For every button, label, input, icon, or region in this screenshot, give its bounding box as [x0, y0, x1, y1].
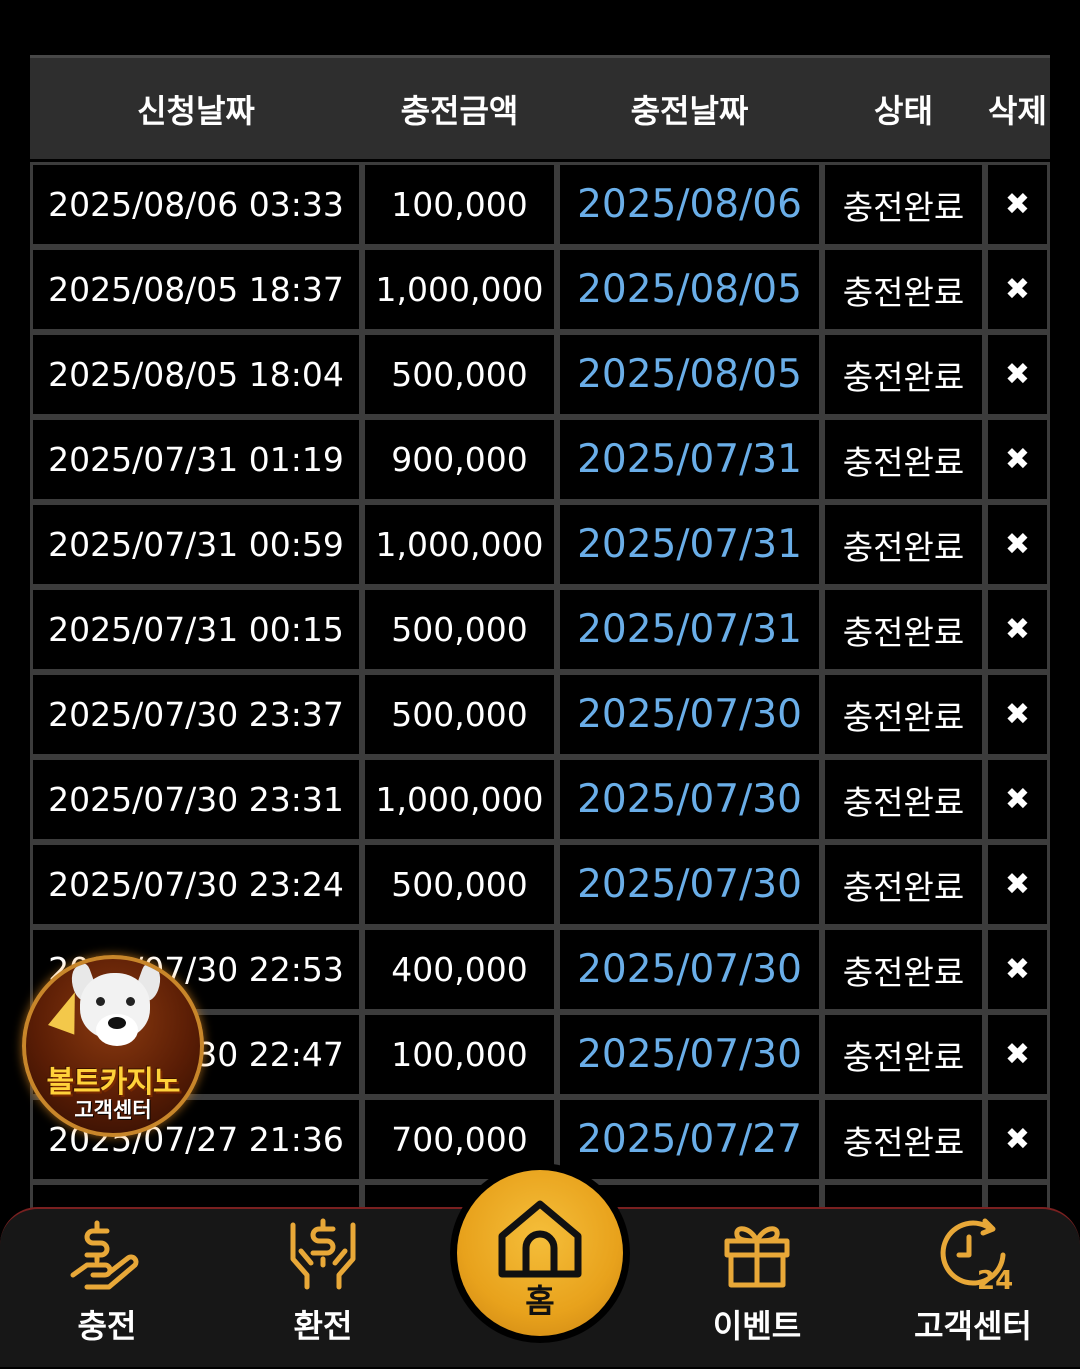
- charge-date-link[interactable]: 2025/08/05: [557, 332, 822, 417]
- delete-icon[interactable]: ✖: [985, 927, 1050, 1012]
- gift-icon: [724, 1226, 790, 1288]
- amount-cell: 100,000: [362, 162, 557, 247]
- nav-home-button[interactable]: 홈: [457, 1170, 623, 1336]
- delete-icon[interactable]: ✖: [985, 162, 1050, 247]
- charge-date-link[interactable]: 2025/07/30: [557, 1012, 822, 1097]
- table-row: 2025/07/31 00:15 500,000 2025/07/31 충전완료 ✖: [30, 587, 1050, 672]
- request-date-cell: 2025/08/05 18:04: [30, 332, 362, 417]
- charge-date-link[interactable]: 2025/07/30: [557, 757, 822, 842]
- table-row: 2025/08/06 03:33 100,000 2025/08/06 충전완료 ✖: [30, 162, 1050, 247]
- charge-date-link[interactable]: 2025/07/31: [557, 587, 822, 672]
- delete-icon[interactable]: ✖: [985, 1097, 1050, 1182]
- amount-cell: 1,000,000: [362, 757, 557, 842]
- delete-icon[interactable]: ✖: [985, 332, 1050, 417]
- status-cell: 충전완료: [822, 417, 985, 502]
- nav-event-label: 이벤트: [712, 1307, 802, 1345]
- header-amount: 충전금액: [400, 91, 519, 130]
- hands-money-icon: [290, 1218, 356, 1290]
- request-date-cell: 2025/07/30 23:31: [30, 757, 362, 842]
- request-date-cell: 2025/08/06 03:33: [30, 162, 362, 247]
- delete-icon[interactable]: ✖: [985, 1012, 1050, 1097]
- status-cell: 충전완료: [822, 1097, 985, 1182]
- amount-cell: 400,000: [362, 927, 557, 1012]
- status-cell: 충전완료: [822, 757, 985, 842]
- table-row: 2025/07/30 23:24 500,000 2025/07/30 충전완료 ✖: [30, 842, 1050, 927]
- header-request-date: 신청날짜: [137, 91, 255, 130]
- request-date-cell: 2025/08/05 18:37: [30, 247, 362, 332]
- status-cell: 충전완료: [822, 587, 985, 672]
- table-row: 2025/08/05 18:04 500,000 2025/08/05 충전완료 ✖: [30, 332, 1050, 417]
- request-date-cell: 2025/07/30 23:37: [30, 672, 362, 757]
- delete-icon[interactable]: ✖: [985, 587, 1050, 672]
- delete-icon[interactable]: ✖: [985, 672, 1050, 757]
- amount-cell: 500,000: [362, 587, 557, 672]
- charge-date-link[interactable]: 2025/07/27: [557, 1097, 822, 1182]
- status-cell: 충전완료: [822, 247, 985, 332]
- request-date-cell: 2025/07/31 00:59: [30, 502, 362, 587]
- amount-cell: 1,000,000: [362, 247, 557, 332]
- table-row: 2025/07/30 23:31 1,000,000 2025/07/30 충전완료 ✖: [30, 757, 1050, 842]
- charge-date-link[interactable]: 2025/07/30: [557, 672, 822, 757]
- table-row: 2025/07/31 00:59 1,000,000 2025/07/31 충전완료 ✖: [30, 502, 1050, 587]
- status-cell: 충전완료: [822, 502, 985, 587]
- amount-cell: 500,000: [362, 842, 557, 927]
- status-cell: 충전완료: [822, 927, 985, 1012]
- header-status: 상태: [874, 91, 933, 130]
- dog-mascot-eye: [126, 997, 135, 1006]
- nav-support-button[interactable]: 24 고객센터: [888, 1209, 1058, 1369]
- charge-date-link[interactable]: 2025/07/30: [557, 927, 822, 1012]
- status-cell: 충전완료: [822, 332, 985, 417]
- request-date-cell: 2025/07/31 01:19: [30, 417, 362, 502]
- delete-icon[interactable]: ✖: [985, 417, 1050, 502]
- nav-charge-label: 충전: [77, 1307, 137, 1345]
- charge-date-link[interactable]: 2025/08/06: [557, 162, 822, 247]
- header-charge-date: 충전날짜: [630, 91, 749, 130]
- support-badge[interactable]: 볼트카지노 고객센터: [22, 955, 204, 1137]
- nav-exchange-button[interactable]: 환전: [238, 1209, 408, 1369]
- amount-cell: 500,000: [362, 332, 557, 417]
- clock-24-icon: 24: [940, 1218, 1013, 1295]
- charge-date-link[interactable]: 2025/07/31: [557, 417, 822, 502]
- delete-icon[interactable]: ✖: [985, 502, 1050, 587]
- table-row: 2025/08/05 18:37 1,000,000 2025/08/05 충전완료 ✖: [30, 247, 1050, 332]
- delete-icon[interactable]: ✖: [985, 842, 1050, 927]
- request-date-cell: 2025/07/30 23:24: [30, 842, 362, 927]
- delete-icon[interactable]: ✖: [985, 757, 1050, 842]
- table-row: 2025/07/30 23:37 500,000 2025/07/30 충전완료 ✖: [30, 672, 1050, 757]
- dog-mascot-eye: [96, 997, 105, 1006]
- nav-home-label: 홈: [525, 1282, 555, 1320]
- amount-cell: 1,000,000: [362, 502, 557, 587]
- hand-coin-icon: [70, 1220, 139, 1290]
- amount-cell: 100,000: [362, 1012, 557, 1097]
- dog-mascot-nose: [108, 1017, 126, 1029]
- nav-charge-button[interactable]: 충전: [22, 1209, 192, 1369]
- status-cell: 충전완료: [822, 842, 985, 927]
- delete-icon[interactable]: ✖: [985, 247, 1050, 332]
- table-row: 2025/07/31 01:19 900,000 2025/07/31 충전완료 ✖: [30, 417, 1050, 502]
- charge-date-link[interactable]: 2025/08/05: [557, 247, 822, 332]
- nav-event-button[interactable]: 이벤트: [672, 1209, 842, 1369]
- house-icon: [498, 1200, 582, 1278]
- table-header: 신청날짜 충전금액 충전날짜 상태 삭제: [30, 55, 1050, 159]
- charge-date-link[interactable]: 2025/07/31: [557, 502, 822, 587]
- nav-support-label: 고객센터: [914, 1307, 1032, 1345]
- svg-text:24: 24: [977, 1266, 1013, 1295]
- status-cell: 충전완료: [822, 162, 985, 247]
- nav-exchange-label: 환전: [293, 1307, 353, 1345]
- status-cell: 충전완료: [822, 1012, 985, 1097]
- header-delete: 삭제: [988, 91, 1047, 130]
- status-cell: 충전완료: [822, 672, 985, 757]
- charge-date-link[interactable]: 2025/07/30: [557, 842, 822, 927]
- request-date-cell: 2025/07/31 00:15: [30, 587, 362, 672]
- amount-cell: 900,000: [362, 417, 557, 502]
- amount-cell: 500,000: [362, 672, 557, 757]
- badge-subtitle: 고객센터: [74, 1098, 152, 1122]
